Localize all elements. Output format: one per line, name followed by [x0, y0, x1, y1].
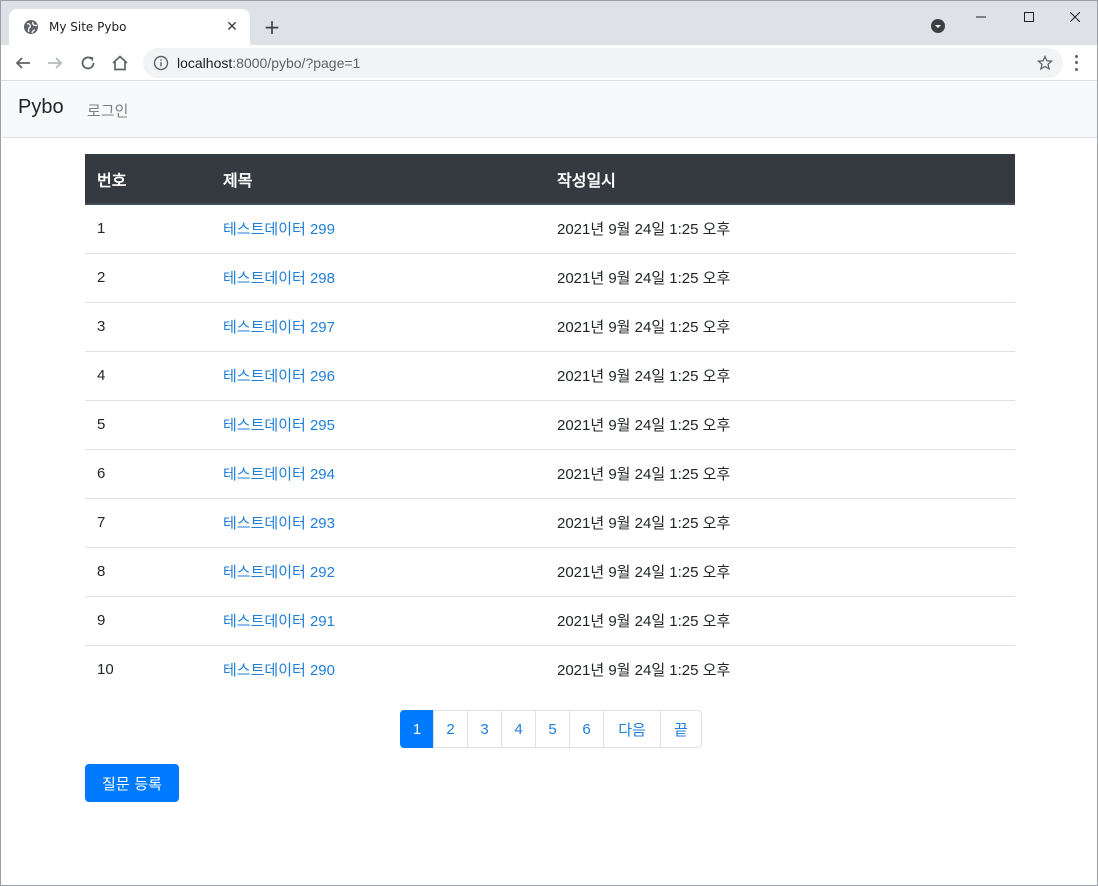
browser-menu-icon[interactable]: [1069, 53, 1083, 73]
row-num: 3: [85, 301, 211, 351]
row-date: 2021년 9월 24일 1:25 오후: [545, 546, 1015, 596]
table-row: 3 테스트데이터 297 2021년 9월 24일 1:25 오후: [85, 301, 1015, 351]
subject-link[interactable]: 테스트데이터 298: [223, 270, 335, 287]
row-num: 1: [97, 220, 106, 238]
row-num: 7: [85, 497, 211, 547]
subject-link[interactable]: 테스트데이터 291: [223, 613, 335, 630]
row-date: 2021년 9월 24일 1:25 오후: [545, 252, 1015, 302]
home-icon[interactable]: [108, 51, 132, 75]
close-window-icon[interactable]: [1052, 1, 1097, 33]
row-date: 2021년 9월 24일 1:25 오후: [557, 221, 731, 239]
tab-close-icon[interactable]: ✕: [224, 19, 240, 35]
row-num: 10: [85, 644, 211, 694]
last-page-button[interactable]: 끝: [660, 710, 702, 748]
page-4-button[interactable]: 4: [501, 710, 536, 748]
forward-icon[interactable]: [43, 51, 67, 75]
pagination: 1 2 3 4 5 6 다음 끝: [400, 710, 702, 748]
table-row: 8 테스트데이터 292 2021년 9월 24일 1:25 오후: [85, 546, 1015, 596]
page-5-button[interactable]: 5: [535, 710, 570, 748]
row-subject-cell: 테스트데이터 295: [211, 399, 545, 449]
brand-link[interactable]: Pybo: [18, 96, 64, 119]
tab-search-icon[interactable]: [930, 18, 946, 34]
browser-toolbar: localhost:8000/pybo/?page=1: [1, 45, 1097, 81]
tab-title: My Site Pybo: [49, 20, 127, 34]
row-date: 2021년 9월 24일 1:25 오후: [545, 595, 1015, 645]
table-row: 7 테스트데이터 293 2021년 9월 24일 1:25 오후: [85, 497, 1015, 547]
row-date: 2021년 9월 24일 1:25 오후: [545, 497, 1015, 547]
reload-icon[interactable]: [76, 51, 100, 75]
subject-link[interactable]: 테스트데이터 296: [223, 368, 335, 385]
page-6-button[interactable]: 6: [569, 710, 604, 748]
row-date: 2021년 9월 24일 1:25 오후: [545, 399, 1015, 449]
row-subject-cell: 테스트데이터 292: [211, 546, 545, 596]
maximize-icon[interactable]: [1006, 1, 1052, 33]
globe-icon: [24, 20, 38, 34]
info-icon[interactable]: [153, 55, 169, 71]
row-num: 6: [85, 448, 211, 498]
subject-link[interactable]: 테스트데이터 297: [223, 319, 335, 336]
register-question-button[interactable]: 질문 등록: [85, 764, 179, 802]
url-path: :8000/pybo/?page=1: [232, 55, 361, 71]
tab-strip: My Site Pybo ✕ +: [1, 1, 1097, 45]
row-subject-cell: 테스트데이터 293: [211, 497, 545, 547]
subject-link[interactable]: 테스트데이터 295: [223, 417, 335, 434]
site-navbar: Pybo 로그인: [2, 82, 1097, 138]
row-subject-cell: 테스트데이터 296: [211, 350, 545, 400]
browser-tab[interactable]: My Site Pybo ✕: [9, 9, 250, 45]
url-host: localhost: [177, 55, 233, 71]
header-num: 번호: [85, 154, 211, 205]
row-subject-cell: 테스트데이터 294: [211, 448, 545, 498]
row-num: 5: [85, 399, 211, 449]
table-row: 5 테스트데이터 295 2021년 9월 24일 1:25 오후: [85, 399, 1015, 449]
subject-link[interactable]: 테스트데이터 294: [223, 466, 335, 483]
row-date: 2021년 9월 24일 1:25 오후: [545, 301, 1015, 351]
subject-link[interactable]: 테스트데이터 299: [223, 221, 335, 238]
subject-link[interactable]: 테스트데이터 292: [223, 564, 335, 581]
table-row: 6 테스트데이터 294 2021년 9월 24일 1:25 오후: [85, 448, 1015, 498]
browser-window: My Site Pybo ✕ + localhost:8000/pybo/?pa…: [0, 0, 1098, 886]
row-num: 9: [85, 595, 211, 645]
subject-link[interactable]: 테스트데이터 293: [223, 515, 335, 532]
table-row: 10 테스트데이터 290 2021년 9월 24일 1:25 오후: [85, 644, 1015, 694]
address-bar[interactable]: localhost:8000/pybo/?page=1: [143, 48, 1063, 78]
table-row: 2 테스트데이터 298 2021년 9월 24일 1:25 오후: [85, 252, 1015, 302]
row-subject-cell: 테스트데이터 290: [211, 644, 545, 694]
table-row: 4 테스트데이터 296 2021년 9월 24일 1:25 오후: [85, 350, 1015, 400]
page-1-button[interactable]: 1: [400, 710, 434, 748]
row-date: 2021년 9월 24일 1:25 오후: [545, 448, 1015, 498]
row-date: 2021년 9월 24일 1:25 오후: [545, 644, 1015, 694]
back-icon[interactable]: [11, 51, 35, 75]
login-link[interactable]: 로그인: [87, 100, 128, 121]
table-header-row: 번호 제목 작성일시: [85, 154, 1015, 205]
page-2-button[interactable]: 2: [433, 710, 468, 748]
subject-link[interactable]: 테스트데이터 290: [223, 662, 335, 679]
row-num: 8: [85, 546, 211, 596]
table-row: 1 테스트데이터 299 2021년 9월 24일 1:25 오후: [85, 204, 1015, 253]
row-subject-cell: 테스트데이터 298: [211, 252, 545, 302]
header-date: 작성일시: [545, 154, 1015, 205]
row-num: 2: [85, 252, 211, 302]
row-subject-cell: 테스트데이터 299: [211, 204, 545, 253]
next-page-button[interactable]: 다음: [603, 710, 661, 748]
question-table: 번호 제목 작성일시 1 테스트데이터 299 2021년 9월 24일 1:2…: [85, 154, 1015, 694]
page-3-button[interactable]: 3: [467, 710, 502, 748]
row-num: 4: [85, 350, 211, 400]
new-tab-icon[interactable]: +: [260, 15, 284, 39]
table-row: 9 테스트데이터 291 2021년 9월 24일 1:25 오후: [85, 595, 1015, 645]
row-date: 2021년 9월 24일 1:25 오후: [545, 350, 1015, 400]
row-subject-cell: 테스트데이터 291: [211, 595, 545, 645]
url-text: localhost:8000/pybo/?page=1: [177, 55, 360, 71]
bookmark-star-icon[interactable]: [1037, 55, 1053, 71]
minimize-icon[interactable]: [958, 1, 1004, 33]
header-subject: 제목: [211, 154, 545, 205]
row-subject-cell: 테스트데이터 297: [211, 301, 545, 351]
